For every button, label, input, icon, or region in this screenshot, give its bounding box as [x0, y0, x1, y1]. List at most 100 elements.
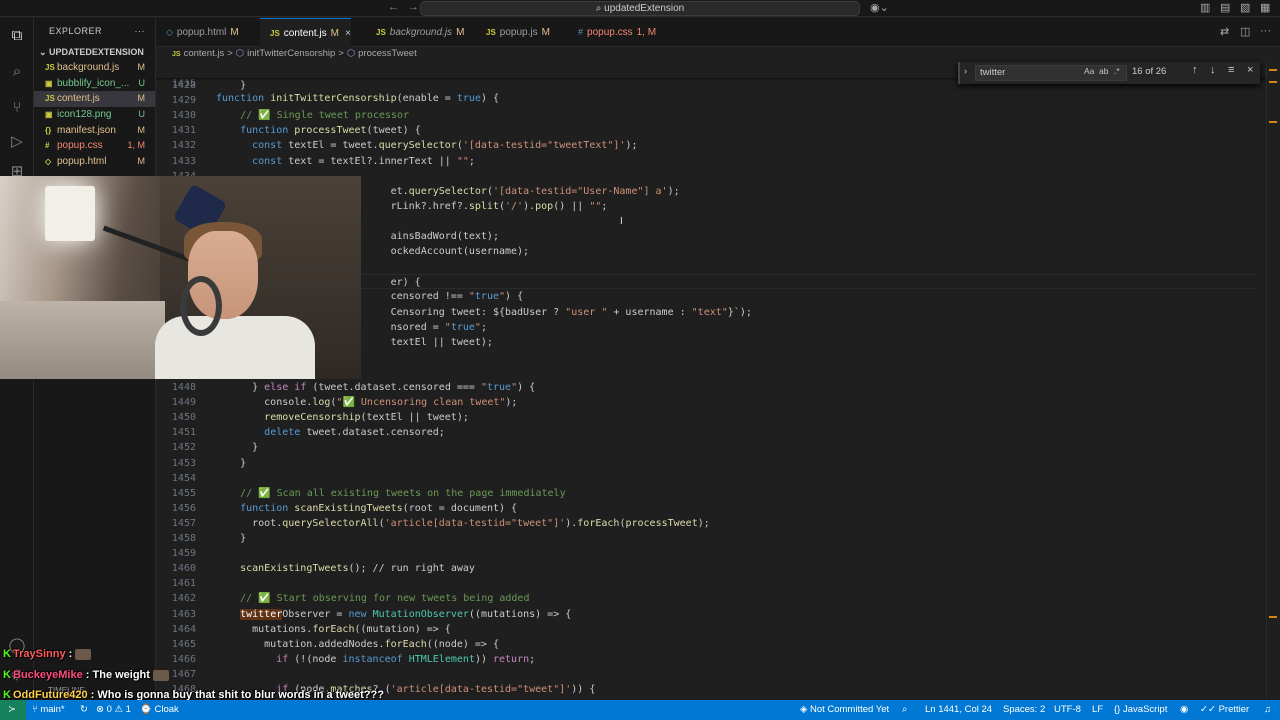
previous-match-icon[interactable]: ↑	[1192, 64, 1198, 76]
code-line[interactable]: 1459	[156, 546, 1256, 561]
chat-separator: :	[65, 648, 76, 660]
workspace-folder[interactable]: ⌄ UPDATEDEXTENSION	[34, 44, 155, 60]
code-line[interactable]: 1432 const textEl = tweet.querySelector(…	[156, 138, 1256, 153]
code-line[interactable]: 1458 }	[156, 531, 1256, 546]
copilot-icon[interactable]: ◉⌄	[870, 1, 889, 14]
forward-arrow-icon[interactable]: →	[408, 1, 419, 13]
prettier-status[interactable]: ✓✓ Prettier	[1200, 700, 1249, 720]
chat-text: The weight	[92, 669, 150, 681]
code-line[interactable]: 1430 // ✅ Single tweet processor	[156, 108, 1256, 123]
breadcrumb-function-icon: ⬡	[346, 48, 356, 59]
file-type-icon: #	[45, 141, 50, 151]
code-line[interactable]: 1453 }	[156, 456, 1256, 471]
file-item[interactable]: ◇ popup.html M	[34, 154, 155, 170]
file-name: popup.html	[57, 156, 107, 168]
sticky-code: function initTwitterCensorship(enable = …	[216, 93, 500, 104]
file-item[interactable]: # popup.css 1, M	[34, 138, 155, 154]
split-editor-icon[interactable]: ◫	[1240, 25, 1250, 38]
code-line[interactable]: 1451 delete tweet.dataset.censored;	[156, 425, 1256, 440]
breadcrumb-function[interactable]: initTwitterCensorship	[247, 48, 335, 59]
file-item[interactable]: ▣ icon128.png U	[34, 107, 155, 123]
code-line[interactable]: 1450 removeCensorship(textEl || tweet);	[156, 410, 1256, 425]
close-tab-icon[interactable]: ×	[345, 28, 351, 39]
toggle-panel-icon[interactable]: ▤	[1220, 1, 1230, 14]
editor-tab[interactable]: JS popup.js M	[476, 18, 550, 47]
code-line[interactable]: 1433 const text = textEl?.innerText || "…	[156, 154, 1256, 169]
use-regex-icon[interactable]: .*	[1114, 66, 1120, 76]
code-line[interactable]: 1456 function scanExistingTweets(root = …	[156, 501, 1256, 516]
code-line[interactable]: 1465 mutation.addedNodes.forEach((node) …	[156, 637, 1256, 652]
code-line[interactable]: 1466 if (!(node instanceof HTMLElement))…	[156, 652, 1256, 667]
code-line[interactable]: 1449 console.log("✅ Uncensoring clean tw…	[156, 395, 1256, 410]
code-line[interactable]: 1457 root.querySelectorAll('article[data…	[156, 516, 1256, 531]
run-debug-icon[interactable]: ▷	[7, 132, 27, 152]
editor-more-icon[interactable]: ···	[1260, 25, 1271, 37]
open-changes-icon[interactable]: ⇄	[1220, 25, 1229, 38]
language-mode[interactable]: {} JavaScript	[1114, 700, 1167, 720]
toggle-secondary-sidebar-icon[interactable]: ▧	[1240, 1, 1250, 14]
code-editor[interactable]: 1428 } 1429 1430 // ✅ Single tweet process…	[156, 61, 1266, 700]
breadcrumb-file[interactable]: content.js	[184, 48, 225, 59]
more-actions-icon[interactable]: ···	[135, 18, 146, 44]
match-whole-word-icon[interactable]: ab	[1099, 66, 1108, 76]
find-in-selection-icon[interactable]: ≡	[1228, 64, 1234, 76]
code-line[interactable]: 1464 mutations.forEach((mutation) => {	[156, 622, 1256, 637]
customize-layout-icon[interactable]: ▦	[1260, 1, 1270, 14]
remote-indicator[interactable]: ≻	[0, 700, 26, 720]
editor-tab[interactable]: ◇ popup.html M	[156, 18, 239, 47]
file-name: icon128.png	[57, 109, 112, 121]
encoding[interactable]: UTF-8	[1054, 700, 1081, 720]
editor-tab[interactable]: JS background.js M	[366, 18, 464, 47]
kick-badge-icon: K	[3, 648, 11, 660]
kick-badge-icon: K	[3, 669, 11, 681]
code-line[interactable]: 1462 // ✅ Start observing for new tweets…	[156, 591, 1256, 606]
status-bar: ≻ ⑂ main* ↻ ⊗ 0 ⚠ 1 ⌚ Cloak ◈ Not Commit…	[0, 700, 1280, 720]
file-item[interactable]: {} manifest.json M	[34, 123, 155, 139]
breadcrumb-js-icon: JS	[172, 51, 181, 58]
code-line[interactable]: 1448 } else if (tweet.dataset.censored =…	[156, 380, 1256, 395]
overview-ruler[interactable]	[1266, 61, 1280, 700]
file-item[interactable]: JS background.js M	[34, 60, 155, 76]
code-text: // ✅ Scan all existing tweets on the pag…	[216, 487, 566, 499]
source-control-icon[interactable]: ⑂	[7, 98, 27, 118]
sync-icon[interactable]: ↻	[80, 700, 88, 720]
end-of-line[interactable]: LF	[1092, 700, 1103, 720]
git-blame[interactable]: ◈ Not Committed Yet	[800, 700, 889, 720]
notifications-bell-icon[interactable]: ♫	[1264, 700, 1271, 720]
code-line[interactable]: 1431 function processTweet(tweet) {	[156, 123, 1256, 138]
copilot-status-icon[interactable]: ◉	[1180, 700, 1188, 720]
tab-file-icon: JS	[376, 28, 386, 37]
file-item[interactable]: ▣ bubblify_icon_... U	[34, 76, 155, 92]
indentation[interactable]: Spaces: 2	[1003, 700, 1045, 720]
line-number: 1460	[171, 563, 196, 575]
code-line[interactable]: 1461	[156, 576, 1256, 591]
code-line[interactable]: 1454	[156, 471, 1256, 486]
command-center-search[interactable]: ⌕ updatedExtension	[420, 1, 860, 16]
editor-tab[interactable]: # popup.css 1, M	[568, 18, 656, 47]
breadcrumb-function-current[interactable]: processTweet	[358, 48, 417, 59]
explorer-icon[interactable]: ⧉	[7, 26, 27, 46]
editor-tab[interactable]: JS content.js M ×	[260, 18, 351, 47]
next-match-icon[interactable]: ↓	[1210, 64, 1216, 76]
file-item[interactable]: JS content.js M	[34, 91, 155, 108]
code-line[interactable]: 1452 }	[156, 440, 1256, 455]
file-type-icon: ◇	[45, 157, 52, 167]
toggle-replace-icon[interactable]: ›	[964, 66, 967, 76]
match-case-icon[interactable]: Aa	[1084, 66, 1094, 76]
zoom-icon[interactable]: ⌕	[902, 700, 907, 720]
cursor-position[interactable]: Ln 1441, Col 24	[925, 700, 992, 720]
code-line[interactable]: 1455 // ✅ Scan all existing tweets on th…	[156, 486, 1256, 501]
close-find-icon[interactable]: ×	[1247, 64, 1253, 76]
breadcrumb-function-icon: ⬡	[235, 48, 245, 59]
code-line[interactable]: 1463 twitterObserver = new MutationObser…	[156, 607, 1256, 622]
tab-file-icon: JS	[270, 29, 280, 38]
problems-indicator[interactable]: ⊗ 0 ⚠ 1	[96, 700, 131, 720]
search-icon[interactable]: ⌕	[7, 62, 27, 82]
branch-indicator[interactable]: ⑂ main*	[32, 700, 65, 720]
code-line[interactable]: 1460 scanExistingTweets(); // run right …	[156, 561, 1256, 576]
back-arrow-icon[interactable]: ←	[388, 1, 399, 13]
cloak-indicator[interactable]: ⌚ Cloak	[140, 700, 179, 720]
toggle-sidebar-icon[interactable]: ▥	[1200, 1, 1210, 14]
code-line[interactable]: 1467	[156, 667, 1256, 682]
line-number: 1461	[171, 578, 196, 590]
